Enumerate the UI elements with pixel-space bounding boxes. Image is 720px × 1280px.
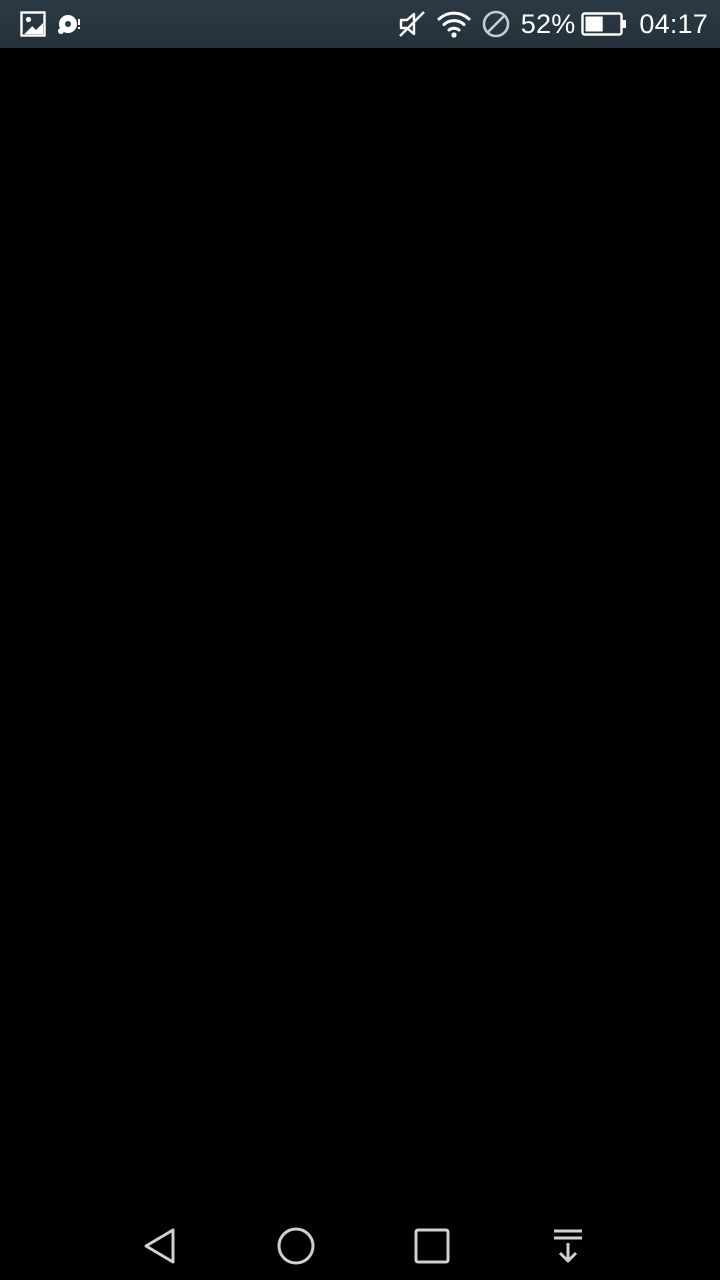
battery-percentage: 52% [520,8,576,39]
do-not-disturb-icon [481,9,511,39]
screen-record-icon [56,11,82,37]
home-circle-icon [277,1227,315,1265]
navigation-bar [0,1208,720,1280]
notification-pull-down-button[interactable] [544,1222,592,1270]
gallery-icon [20,11,46,37]
mute-icon [397,9,427,39]
pull-down-arrow-icon [554,1229,582,1263]
blank-content-area [0,48,720,1208]
clock: 04:17 [639,8,708,39]
battery-icon [581,11,627,37]
wifi-icon [437,9,471,39]
status-right-group: 52% 04:17 [397,9,708,40]
status-left-group [20,11,82,37]
status-bar: 52% 04:17 [0,0,720,48]
back-triangle-icon [144,1228,175,1264]
home-button[interactable] [272,1222,320,1270]
recents-button[interactable] [408,1222,456,1270]
battery-fill [585,16,604,32]
back-button[interactable] [136,1222,184,1270]
recents-square-icon [414,1228,450,1264]
